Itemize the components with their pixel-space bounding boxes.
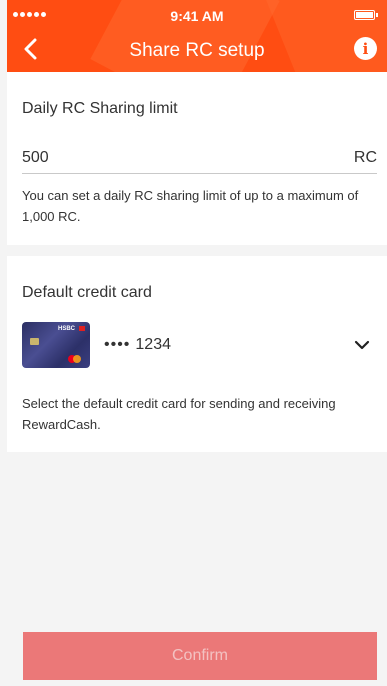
limit-label: Daily RC Sharing limit <box>22 100 178 117</box>
limit-helper-text: You can set a daily RC sharing limit of … <box>22 188 359 224</box>
limit-input[interactable]: 500 RC <box>22 142 377 174</box>
app-screen: 9:41 AM Share RC setup i Daily RC Sharin… <box>0 0 387 686</box>
chevron-down-icon[interactable] <box>354 338 370 352</box>
info-button[interactable]: i <box>354 37 377 60</box>
page-title: Share RC setup <box>129 40 265 61</box>
mastercard-icon <box>73 355 81 363</box>
limit-section: Daily RC Sharing limit 500 RC You can se… <box>7 72 387 245</box>
card-section: Default credit card HSBC •••• 1234 Select… <box>7 256 387 452</box>
card-label: Default credit card <box>22 284 152 301</box>
status-bar: 9:41 AM <box>7 0 387 26</box>
card-last4: 1234 <box>135 336 171 353</box>
credit-card-image: HSBC <box>22 322 90 368</box>
bank-logo-icon <box>79 326 85 331</box>
confirm-button[interactable]: Confirm <box>23 632 377 680</box>
status-time: 9:41 AM <box>170 8 224 24</box>
card-chip-icon <box>30 338 39 345</box>
card-selector[interactable]: HSBC •••• 1234 <box>22 320 372 370</box>
card-number: •••• 1234 <box>104 336 171 354</box>
battery-icon <box>354 10 378 20</box>
info-icon: i <box>362 39 369 58</box>
limit-value[interactable]: 500 <box>22 149 49 167</box>
header-bar: 9:41 AM Share RC setup i <box>7 0 387 72</box>
limit-unit: RC <box>353 148 377 166</box>
card-bank-name: HSBC <box>58 326 76 332</box>
card-helper-text: Select the default credit card for sendi… <box>22 396 336 432</box>
card-mask: •••• <box>104 336 131 353</box>
